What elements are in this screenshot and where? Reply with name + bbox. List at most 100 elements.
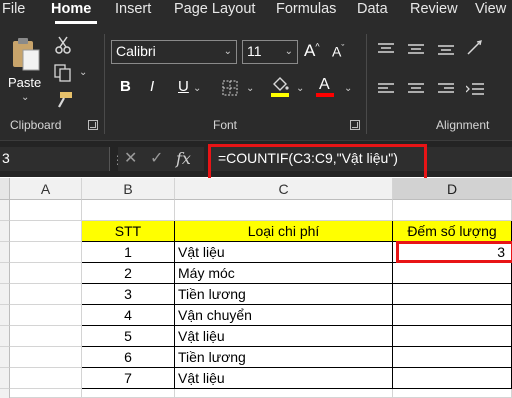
column-header-d[interactable]: D bbox=[393, 178, 512, 200]
table-cell-loai[interactable]: Máy móc bbox=[175, 263, 393, 284]
font-size-value: 11 bbox=[247, 43, 262, 59]
paste-button[interactable]: Paste ⌄ bbox=[4, 34, 48, 104]
row-header[interactable] bbox=[0, 284, 10, 305]
align-left-icon[interactable] bbox=[378, 82, 394, 96]
table-cell-stt[interactable]: 7 bbox=[82, 368, 175, 389]
tab-page-layout[interactable]: Page Layout bbox=[174, 1, 255, 17]
row-header[interactable] bbox=[0, 368, 10, 389]
italic-button[interactable]: I bbox=[150, 79, 154, 94]
row-header[interactable] bbox=[0, 326, 10, 347]
fill-color-dropdown-icon[interactable]: ⌄ bbox=[296, 83, 304, 94]
cell-a2[interactable] bbox=[10, 221, 82, 242]
table-cell-stt[interactable]: 6 bbox=[82, 347, 175, 368]
indent-icon[interactable] bbox=[466, 82, 484, 96]
cell-a3[interactable] bbox=[10, 242, 82, 263]
copy-icon[interactable] bbox=[54, 64, 72, 82]
align-top-icon[interactable] bbox=[378, 42, 394, 56]
result-highlight-box bbox=[396, 241, 512, 263]
grow-font-button[interactable]: A^ bbox=[304, 42, 320, 59]
cell-d10[interactable] bbox=[393, 389, 512, 398]
font-name-dropdown[interactable]: Calibri ⌄ bbox=[111, 40, 237, 64]
cell-a5[interactable] bbox=[10, 284, 82, 305]
table-cell-loai[interactable]: Vật liệu bbox=[175, 242, 393, 263]
cut-icon[interactable] bbox=[55, 36, 71, 54]
table-header-dem-so-luong[interactable]: Đếm số lượng bbox=[393, 221, 512, 242]
font-size-dropdown[interactable]: 11 ⌄ bbox=[242, 40, 298, 64]
table-cell-stt[interactable]: 1 bbox=[82, 242, 175, 263]
align-bottom-icon[interactable] bbox=[438, 42, 454, 56]
row-header[interactable] bbox=[0, 263, 10, 284]
cell-b1[interactable] bbox=[82, 200, 175, 221]
table-cell-stt[interactable]: 4 bbox=[82, 305, 175, 326]
table-cell-dem[interactable] bbox=[393, 347, 512, 368]
cell-a6[interactable] bbox=[10, 305, 82, 326]
enter-icon[interactable]: ✓ bbox=[150, 151, 163, 167]
cell-a10[interactable] bbox=[10, 389, 82, 398]
table-cell-stt[interactable]: 3 bbox=[82, 284, 175, 305]
row-header[interactable] bbox=[0, 389, 10, 398]
align-center-icon[interactable] bbox=[408, 82, 424, 96]
table-cell-loai[interactable]: Vận chuyển bbox=[175, 305, 393, 326]
table-cell-loai[interactable]: Vật liệu bbox=[175, 368, 393, 389]
table-header-loai-chi-phi[interactable]: Loại chi phí bbox=[175, 221, 393, 242]
table-cell-dem[interactable] bbox=[393, 305, 512, 326]
row-header[interactable] bbox=[0, 347, 10, 368]
table-cell-dem[interactable] bbox=[393, 326, 512, 347]
font-color-dropdown-icon[interactable]: ⌄ bbox=[344, 83, 352, 94]
cell-c10[interactable] bbox=[175, 389, 393, 398]
table-cell-loai[interactable]: Tiền lương bbox=[175, 284, 393, 305]
underline-dropdown-icon[interactable]: ⌄ bbox=[193, 83, 201, 94]
copy-dropdown-icon[interactable]: ⌄ bbox=[79, 67, 87, 78]
name-box[interactable]: 3 bbox=[0, 147, 110, 171]
cell-a8[interactable] bbox=[10, 347, 82, 368]
column-header-a[interactable]: A bbox=[10, 178, 82, 200]
row-header[interactable] bbox=[0, 221, 10, 242]
cell-d1[interactable] bbox=[393, 200, 512, 221]
font-color-letter: A bbox=[319, 76, 330, 93]
cell-c1[interactable] bbox=[175, 200, 393, 221]
tab-file[interactable]: File bbox=[2, 1, 25, 17]
cell-b10[interactable] bbox=[82, 389, 175, 398]
shrink-font-button[interactable]: Aˇ bbox=[332, 44, 344, 59]
paste-dropdown-icon[interactable]: ⌄ bbox=[21, 92, 29, 103]
table-header-stt[interactable]: STT bbox=[82, 221, 175, 242]
select-all-corner[interactable] bbox=[0, 178, 10, 200]
cell-a7[interactable] bbox=[10, 326, 82, 347]
table-cell-stt[interactable]: 2 bbox=[82, 263, 175, 284]
tab-formulas[interactable]: Formulas bbox=[276, 1, 336, 17]
tab-insert[interactable]: Insert bbox=[115, 1, 151, 17]
column-header-b[interactable]: B bbox=[82, 178, 175, 200]
borders-dropdown-icon[interactable]: ⌄ bbox=[246, 83, 254, 94]
tab-review[interactable]: Review bbox=[410, 1, 458, 17]
column-header-c[interactable]: C bbox=[175, 178, 393, 200]
fill-color-button[interactable] bbox=[270, 76, 290, 98]
font-launcher-icon[interactable] bbox=[350, 120, 360, 130]
tab-home[interactable]: Home bbox=[51, 1, 91, 17]
format-painter-icon[interactable] bbox=[55, 91, 73, 109]
table-cell-dem[interactable] bbox=[393, 368, 512, 389]
cancel-icon[interactable]: ✕ bbox=[124, 151, 137, 167]
table-cell-loai[interactable]: Vật liệu bbox=[175, 326, 393, 347]
align-right-icon[interactable] bbox=[438, 82, 454, 96]
tab-view[interactable]: View bbox=[475, 1, 506, 17]
insert-function-icon[interactable]: fx bbox=[176, 151, 191, 167]
row-header[interactable] bbox=[0, 200, 10, 221]
table-cell-loai[interactable]: Tiền lương bbox=[175, 347, 393, 368]
align-middle-icon[interactable] bbox=[408, 42, 424, 56]
table-cell-dem[interactable] bbox=[393, 284, 512, 305]
borders-icon[interactable] bbox=[222, 80, 238, 96]
font-color-button[interactable]: A bbox=[316, 76, 336, 98]
row-header[interactable] bbox=[0, 242, 10, 263]
table-cell-dem[interactable] bbox=[393, 263, 512, 284]
cell-a9[interactable] bbox=[10, 368, 82, 389]
tab-data[interactable]: Data bbox=[357, 1, 388, 17]
orientation-icon[interactable] bbox=[466, 40, 484, 56]
cell-a1[interactable] bbox=[10, 200, 82, 221]
row-header[interactable] bbox=[0, 305, 10, 326]
cell-a4[interactable] bbox=[10, 263, 82, 284]
alignment-group-label: Alignment bbox=[436, 118, 490, 132]
clipboard-launcher-icon[interactable] bbox=[88, 120, 98, 130]
table-cell-stt[interactable]: 5 bbox=[82, 326, 175, 347]
bold-button[interactable]: B bbox=[120, 79, 131, 94]
underline-button[interactable]: U bbox=[178, 79, 189, 94]
